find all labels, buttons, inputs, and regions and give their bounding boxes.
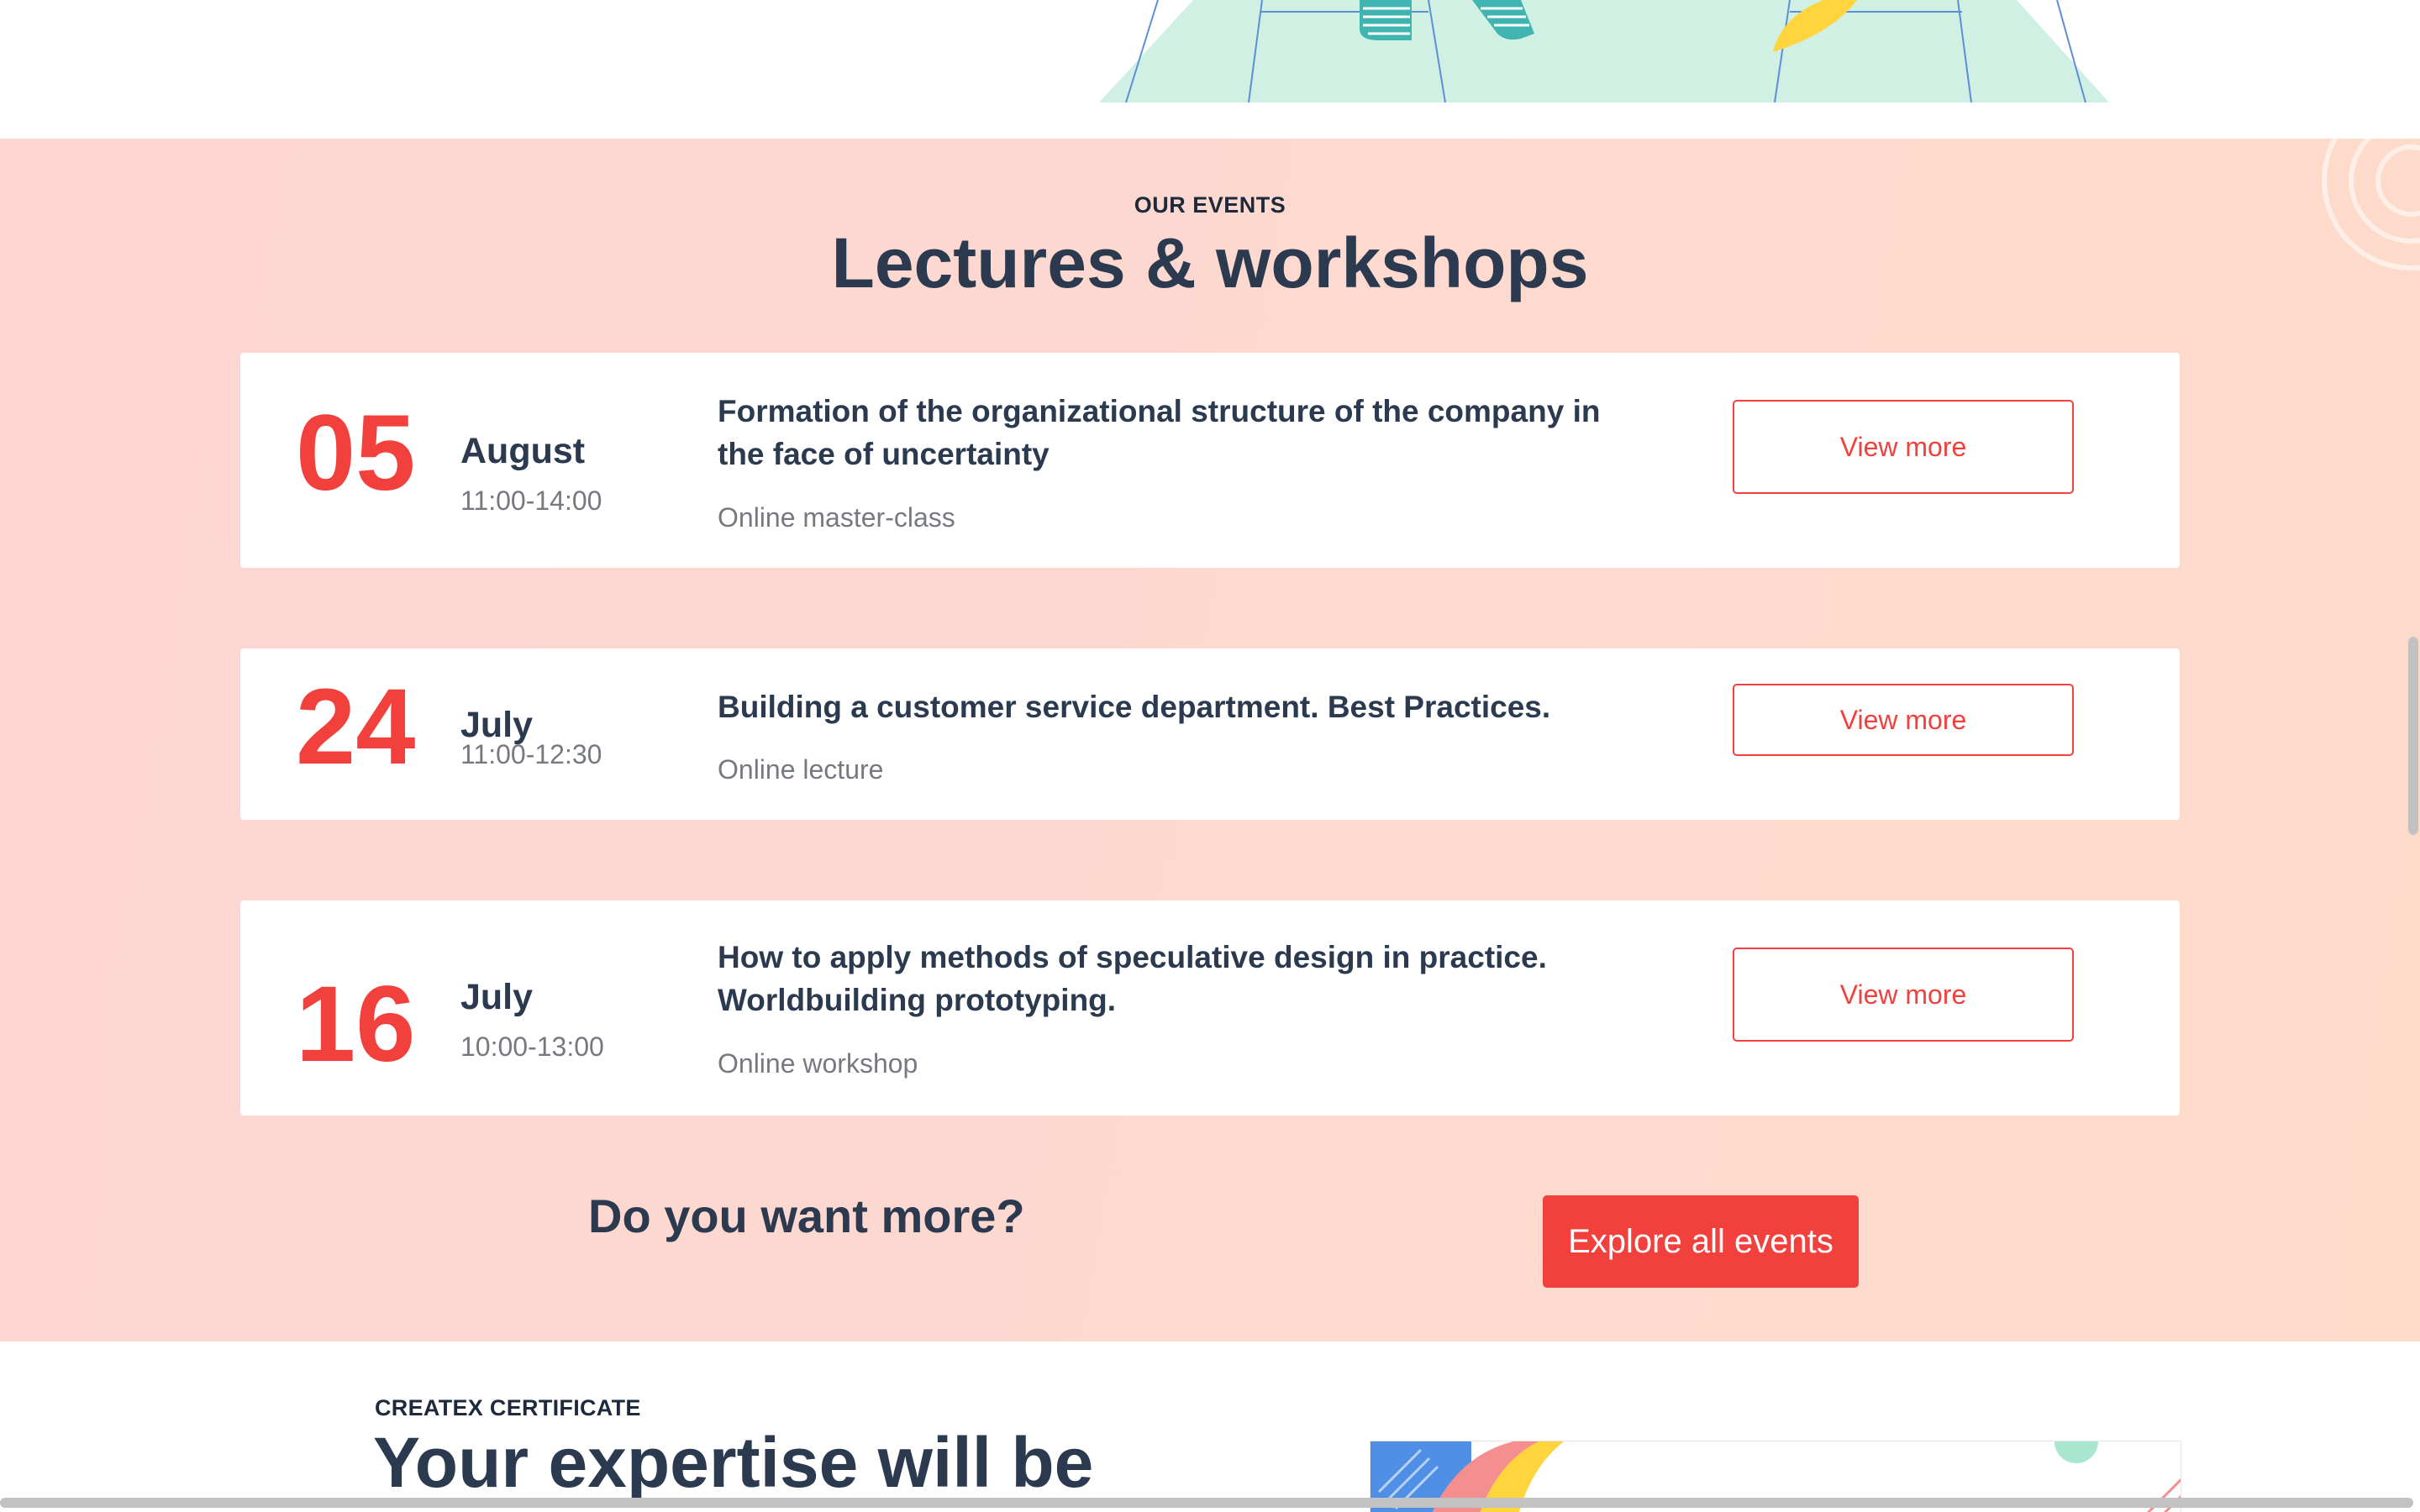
horizontal-scrollbar-thumb[interactable]: [0, 1498, 2413, 1508]
view-more-button[interactable]: View more: [1733, 948, 2074, 1042]
hero-illustration: [1099, 0, 2109, 103]
event-type: Online lecture: [718, 754, 884, 785]
event-time: 11:00-12:30: [460, 739, 602, 769]
event-day: 24: [296, 667, 416, 787]
event-month: July: [460, 977, 534, 1017]
section-title: Lectures & workshops: [831, 223, 1589, 302]
event-time: 10:00-13:00: [460, 1032, 604, 1062]
hero-illustration-strip: [0, 0, 2420, 139]
vertical-scrollbar-thumb[interactable]: [2408, 637, 2418, 835]
event-month: July: [460, 705, 534, 745]
event-card: 24 July 11:00-12:30 Building a customer …: [240, 648, 2180, 820]
section-overline: OUR EVENTS: [1134, 192, 1286, 218]
event-month: August: [460, 431, 586, 471]
event-card: 05 August 11:00-14:00 Formation of the o…: [240, 353, 2180, 568]
event-type: Online workshop: [718, 1048, 918, 1079]
event-card: 16 July 10:00-13:00 How to apply methods…: [240, 900, 2180, 1116]
more-events-question: Do you want more?: [588, 1189, 1025, 1242]
view-more-button[interactable]: View more: [1733, 400, 2074, 494]
event-time: 11:00-14:00: [460, 486, 602, 516]
event-title: Formation of the organizational structur…: [718, 394, 1601, 471]
events-section: OUR EVENTS Lectures & workshops 05 Augus…: [0, 139, 2420, 1341]
explore-all-events-button[interactable]: Explore all events: [1543, 1195, 1859, 1288]
view-more-button[interactable]: View more: [1733, 684, 2074, 756]
event-title: Building a customer service department. …: [718, 690, 1551, 724]
event-day: 05: [296, 393, 416, 513]
event-type: Online master-class: [718, 502, 955, 533]
certificate-overline: CREATEX CERTIFICATE: [375, 1395, 641, 1420]
certificate-title: Your expertise will be: [373, 1423, 1094, 1502]
certificate-section: CREATEX CERTIFICATE Your expertise will …: [0, 1341, 2420, 1512]
event-title: How to apply methods of speculative desi…: [718, 940, 1547, 1017]
event-day: 16: [296, 964, 416, 1084]
